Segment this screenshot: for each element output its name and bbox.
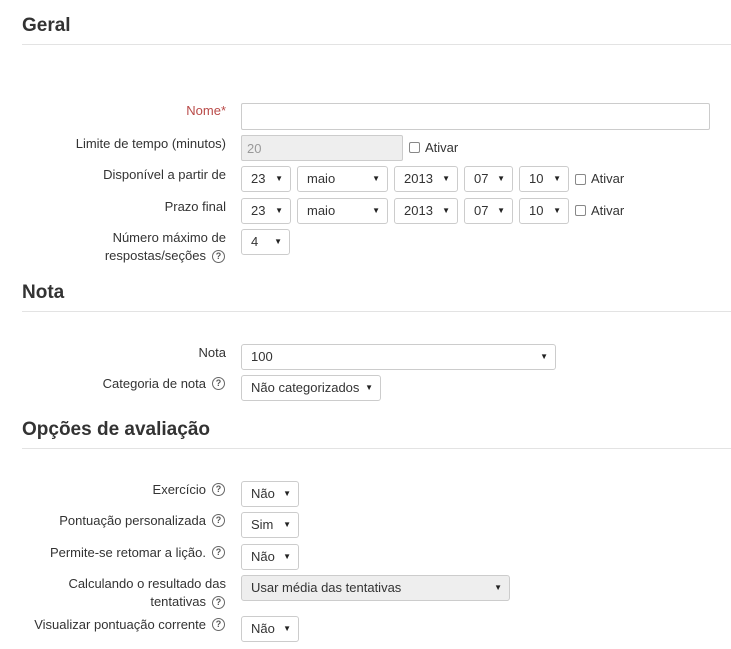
retomar-label: Permite-se retomar a lição. <box>49 545 206 560</box>
divider <box>22 44 731 45</box>
select-value: 07 <box>474 171 489 186</box>
nome-label-text: Nome <box>186 103 221 118</box>
chevron-down-icon: ▼ <box>442 206 450 215</box>
chevron-down-icon: ▼ <box>283 624 291 633</box>
visualizar-label: Visualizar pontuação corrente <box>34 617 206 632</box>
divider <box>22 448 731 449</box>
section-title-opcoes: Opções de avaliação <box>22 419 210 440</box>
help-icon[interactable]: ? <box>212 250 225 263</box>
calculando-label-line1: Calculando o resultado das <box>68 576 226 591</box>
prazo-enable-label: Ativar <box>591 203 625 218</box>
chevron-down-icon: ▼ <box>274 237 282 246</box>
chevron-down-icon: ▼ <box>442 174 450 183</box>
pontuacao-personalizada-label: Pontuação personalizada <box>59 513 206 528</box>
prazo-hour-select[interactable]: 07 ▼ <box>464 198 513 224</box>
chevron-down-icon: ▼ <box>275 206 283 215</box>
limite-label: Limite de tempo (minutos) <box>75 136 226 151</box>
help-icon[interactable]: ? <box>212 483 225 496</box>
help-icon[interactable]: ? <box>212 618 225 631</box>
max-respostas-label-line2: respostas/seções <box>104 248 206 263</box>
select-value: 07 <box>474 203 489 218</box>
disponivel-enable-checkbox[interactable] <box>575 174 586 185</box>
help-icon[interactable]: ? <box>212 377 225 390</box>
limite-enable-checkbox[interactable] <box>409 142 420 153</box>
select-value: 10 <box>529 171 544 186</box>
categoria-select[interactable]: Não categorizados ▼ <box>241 375 381 401</box>
exercicio-label: Exercício <box>152 482 206 497</box>
chevron-down-icon: ▼ <box>494 583 502 592</box>
chevron-down-icon: ▼ <box>540 352 548 361</box>
chevron-down-icon: ▼ <box>283 489 291 498</box>
select-value: 100 <box>251 349 273 364</box>
select-value: Não categorizados <box>251 380 360 395</box>
categoria-label: Categoria de nota <box>102 376 206 391</box>
nome-input[interactable] <box>241 103 710 130</box>
chevron-down-icon: ▼ <box>275 174 283 183</box>
prazo-label: Prazo final <box>164 199 226 214</box>
help-icon[interactable]: ? <box>212 514 225 527</box>
select-value: Não <box>251 486 275 501</box>
chevron-down-icon: ▼ <box>283 552 291 561</box>
required-icon: * <box>220 103 226 118</box>
help-icon[interactable]: ? <box>212 596 225 609</box>
limite-input[interactable] <box>241 135 403 161</box>
chevron-down-icon: ▼ <box>497 206 505 215</box>
select-value: 23 <box>251 171 266 186</box>
section-title-nota: Nota <box>22 282 65 303</box>
disponivel-hour-select[interactable]: 07 ▼ <box>464 166 513 192</box>
chevron-down-icon: ▼ <box>365 383 373 392</box>
disponivel-label: Disponível a partir de <box>103 167 226 182</box>
max-respostas-select[interactable]: 4 ▼ <box>241 229 290 255</box>
nota-select[interactable]: 100 ▼ <box>241 344 556 370</box>
disponivel-month-select[interactable]: maio ▼ <box>297 166 388 192</box>
exercicio-select[interactable]: Não ▼ <box>241 481 299 507</box>
disponivel-enable-label: Ativar <box>591 171 625 186</box>
select-value: 23 <box>251 203 266 218</box>
select-value: Sim <box>251 517 274 532</box>
select-value: maio <box>307 171 336 186</box>
chevron-down-icon: ▼ <box>283 520 291 529</box>
nome-label: Nome* <box>186 102 226 120</box>
calculando-label-line2: tentativas <box>150 594 206 609</box>
disponivel-minute-select[interactable]: 10 ▼ <box>519 166 569 192</box>
select-value: 4 <box>251 234 259 249</box>
retomar-select[interactable]: Não ▼ <box>241 544 299 570</box>
section-title-geral: Geral <box>22 15 71 36</box>
prazo-minute-select[interactable]: 10 ▼ <box>519 198 569 224</box>
select-value: 10 <box>529 203 544 218</box>
prazo-day-select[interactable]: 23 ▼ <box>241 198 291 224</box>
calculando-select[interactable]: Usar média das tentativas ▼ <box>241 575 510 601</box>
prazo-month-select[interactable]: maio ▼ <box>297 198 388 224</box>
chevron-down-icon: ▼ <box>372 174 380 183</box>
pontuacao-personalizada-select[interactable]: Sim ▼ <box>241 512 299 538</box>
disponivel-year-select[interactable]: 2013 ▼ <box>394 166 458 192</box>
select-value: Não <box>251 621 275 636</box>
prazo-year-select[interactable]: 2013 ▼ <box>394 198 458 224</box>
chevron-down-icon: ▼ <box>553 206 561 215</box>
disponivel-day-select[interactable]: 23 ▼ <box>241 166 291 192</box>
help-icon[interactable]: ? <box>212 546 225 559</box>
max-respostas-label-line1: Número máximo de <box>112 230 226 245</box>
select-value: maio <box>307 203 336 218</box>
divider <box>22 311 731 312</box>
select-value: 2013 <box>404 171 433 186</box>
chevron-down-icon: ▼ <box>553 174 561 183</box>
nota-label: Nota <box>198 345 226 360</box>
prazo-enable-checkbox[interactable] <box>575 205 586 216</box>
visualizar-select[interactable]: Não ▼ <box>241 616 299 642</box>
select-value: Não <box>251 549 275 564</box>
chevron-down-icon: ▼ <box>372 206 380 215</box>
select-value: 2013 <box>404 203 433 218</box>
select-value: Usar média das tentativas <box>251 580 402 595</box>
limite-enable-label: Ativar <box>425 140 459 155</box>
chevron-down-icon: ▼ <box>497 174 505 183</box>
